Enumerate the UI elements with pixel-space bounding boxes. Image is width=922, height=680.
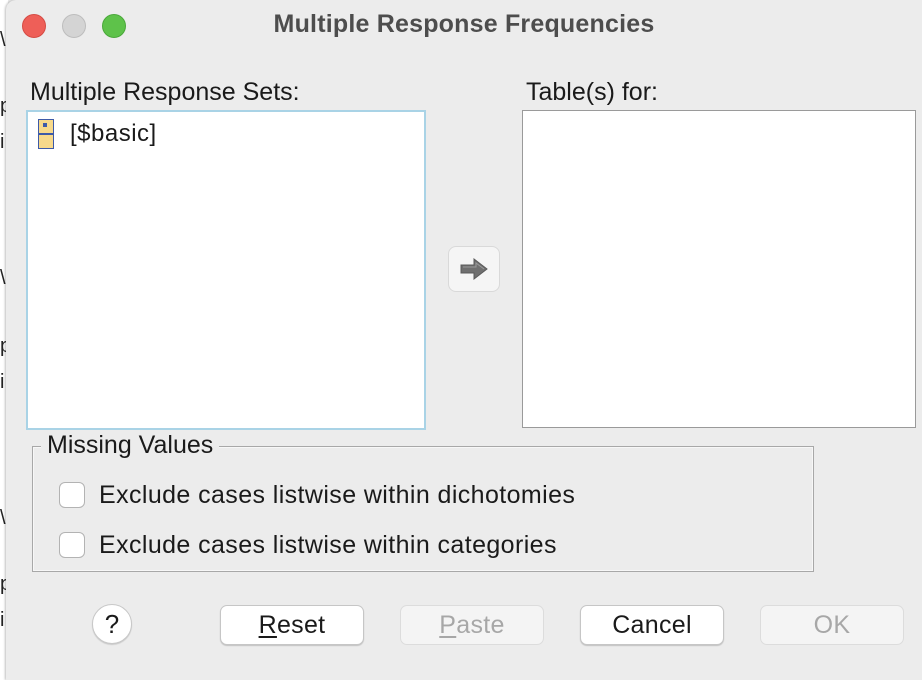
exclude-dichotomies-label[interactable]: Exclude cases listwise within dichotomie… — [99, 481, 575, 510]
exclude-categories-checkbox[interactable] — [59, 532, 85, 558]
ok-button[interactable]: OK — [760, 605, 904, 645]
paste-mnemonic: P — [439, 610, 457, 639]
source-list-label: Multiple Response Sets: — [30, 78, 300, 106]
list-item[interactable]: [$basic] — [38, 118, 157, 150]
background-glyph: i — [0, 609, 5, 631]
missing-values-group: Missing Values Exclude cases listwise wi… — [32, 431, 814, 572]
reset-label-rest: eset — [276, 610, 326, 639]
window-title: Multiple Response Frequencies — [273, 10, 655, 38]
multiple-response-frequencies-dialog: Multiple Response Frequencies Multiple R… — [6, 0, 922, 680]
exclude-categories-option[interactable]: Exclude cases listwise within categories — [59, 530, 557, 560]
reset-button[interactable]: Reset — [220, 605, 364, 645]
multiple-response-set-icon — [38, 119, 54, 149]
exclude-categories-label[interactable]: Exclude cases listwise within categories — [99, 531, 557, 560]
paste-label-rest: aste — [456, 610, 505, 639]
help-button[interactable]: ? — [92, 604, 132, 644]
background-glyph: i — [0, 371, 5, 393]
title-bar: Multiple Response Frequencies — [6, 0, 922, 50]
tables-for-list[interactable] — [522, 110, 916, 428]
exclude-dichotomies-option[interactable]: Exclude cases listwise within dichotomie… — [59, 480, 575, 510]
background-glyph: \ — [0, 29, 6, 51]
list-item-label: [$basic] — [70, 120, 157, 147]
target-list-label: Table(s) for: — [526, 78, 658, 106]
exclude-dichotomies-checkbox[interactable] — [59, 482, 85, 508]
multiple-response-sets-list[interactable]: [$basic] — [26, 110, 426, 430]
paste-button[interactable]: Paste — [400, 605, 544, 645]
move-to-tables-button[interactable] — [448, 246, 500, 292]
background-glyph: \ — [0, 267, 6, 289]
cancel-button[interactable]: Cancel — [580, 605, 724, 645]
right-arrow-icon — [460, 258, 488, 280]
missing-values-legend: Missing Values — [41, 431, 220, 460]
background-glyph: \ — [0, 507, 6, 529]
background-glyph: i — [0, 131, 5, 153]
reset-mnemonic: R — [258, 610, 277, 639]
